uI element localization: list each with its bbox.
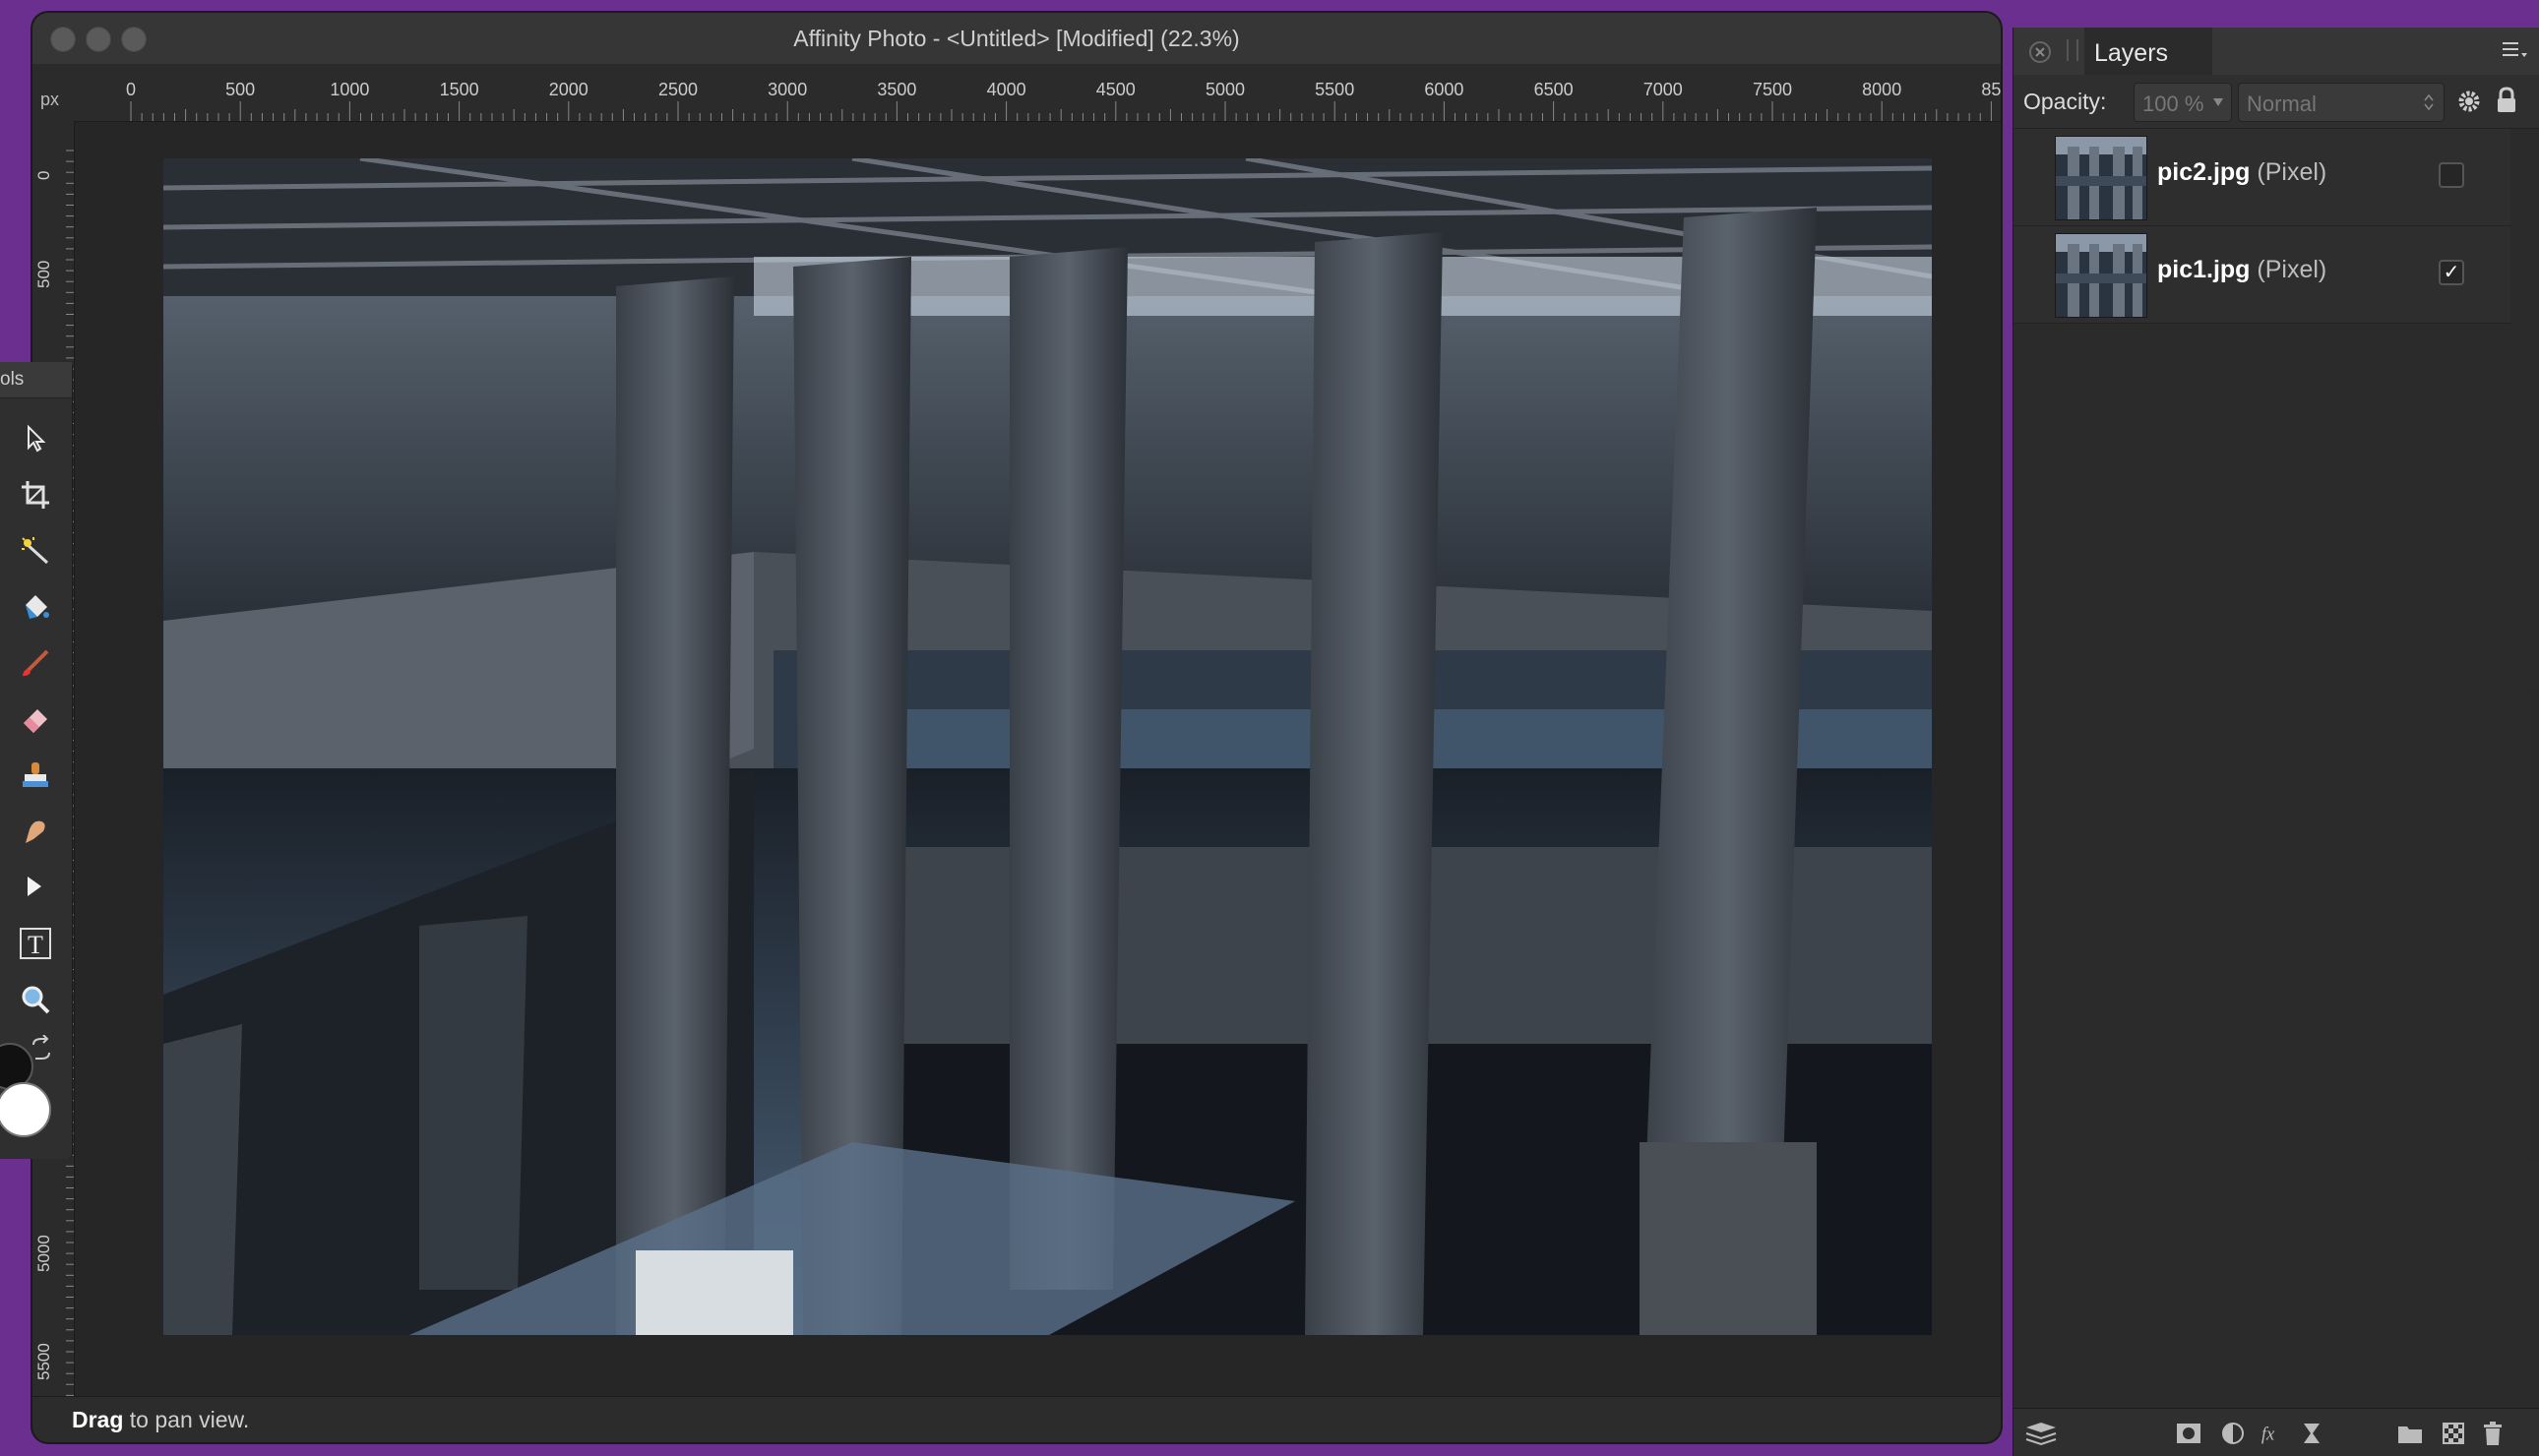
- status-hint: Drag to pan view.: [72, 1407, 249, 1433]
- ruler-tick-label: 2500: [657, 80, 699, 99]
- status-bar: Drag to pan view.: [32, 1396, 2001, 1442]
- status-hint-text: to pan view.: [123, 1407, 250, 1432]
- layer-lock-icon[interactable]: [2496, 87, 2517, 114]
- ruler-tick-label: 8000: [1862, 80, 1902, 99]
- opacity-field[interactable]: 100 %: [2134, 83, 2232, 122]
- ruler-tick-label: 2000: [548, 80, 588, 99]
- layers-stack-icon[interactable]: [2023, 1421, 2059, 1446]
- layers-panel: Layers Opacity: 100 % Normal pic2.jpg (P…: [2013, 28, 2539, 1456]
- tab-layers-label: Layers: [2094, 39, 2169, 67]
- blend-mode-value: Normal: [2247, 91, 2317, 116]
- window-title: Affinity Photo - <Untitled> [Modified] (…: [793, 26, 1240, 51]
- ruler-tick-label: 85: [1981, 80, 2001, 99]
- secondary-color-swatch[interactable]: [0, 1082, 51, 1137]
- node-tool-icon[interactable]: [14, 866, 57, 909]
- document-photo[interactable]: [163, 158, 1932, 1335]
- svg-text:fx: fx: [2261, 1425, 2275, 1445]
- horizontal-ruler[interactable]: px 0 500 1000 1500 2000 2500 3000 3500 4000 4500 5…: [32, 64, 2001, 122]
- ruler-tick-label: 4000: [986, 80, 1026, 99]
- ruler-tick-label: 0: [34, 170, 53, 180]
- zoom-tool-icon[interactable]: [14, 978, 57, 1021]
- layers-panel-toolbar: fx: [2013, 1408, 2539, 1456]
- tab-layers[interactable]: Layers: [2084, 28, 2212, 75]
- erase-brush-icon[interactable]: [14, 698, 57, 741]
- add-group-folder-icon[interactable]: [2397, 1421, 2423, 1446]
- text-tool-icon[interactable]: T: [14, 922, 57, 965]
- opacity-row: Opacity: 100 % Normal: [2013, 75, 2539, 129]
- ruler-tick-label: 0: [125, 80, 137, 99]
- smudge-icon[interactable]: [14, 810, 57, 853]
- ruler-tick-label: 7500: [1752, 80, 1793, 99]
- layers-panel-tabbar: Layers: [2013, 28, 2539, 76]
- opacity-label: Opacity:: [2023, 89, 2107, 114]
- tools-panel-title: ols: [0, 369, 25, 390]
- ruler-tick-label: 3500: [877, 80, 917, 99]
- canvas-area[interactable]: [75, 122, 2001, 1397]
- magic-wand-icon[interactable]: [14, 529, 57, 573]
- layer-name-text: pic2.jpg: [2157, 158, 2251, 186]
- crop-tool-icon[interactable]: [14, 473, 57, 516]
- layer-row[interactable]: pic2.jpg (Pixel): [2013, 129, 2510, 226]
- live-filter-icon[interactable]: [2299, 1421, 2324, 1446]
- right-edge-panel-sliver: [2529, 689, 2539, 1161]
- panel-drag-handle-icon[interactable]: [2067, 39, 2078, 61]
- tools-panel-header[interactable]: ols: [0, 362, 72, 398]
- opacity-value: 100 %: [2142, 91, 2204, 116]
- layer-kind: (Pixel): [2257, 256, 2327, 283]
- layer-visibility-checkbox[interactable]: ✓: [2439, 260, 2464, 285]
- add-pixel-layer-icon[interactable]: [2441, 1421, 2466, 1446]
- layer-name-text: pic1.jpg: [2157, 256, 2251, 283]
- layer-settings-gear-icon[interactable]: [2456, 89, 2482, 114]
- layer-name: pic2.jpg (Pixel): [2157, 158, 2326, 187]
- move-tool-icon[interactable]: [14, 417, 57, 460]
- ruler-tick-label: 4500: [1095, 80, 1136, 99]
- ruler-tick-label: 1000: [330, 80, 370, 99]
- add-mask-icon[interactable]: [2176, 1421, 2201, 1446]
- ruler-tick-label: 5500: [34, 1343, 53, 1380]
- opacity-dropdown-icon: [2213, 98, 2223, 106]
- layer-thumbnail: [2055, 233, 2147, 318]
- document-window: Affinity Photo - <Untitled> [Modified] (…: [32, 13, 2001, 1442]
- adjustment-icon[interactable]: [2220, 1421, 2246, 1446]
- ruler-tick-label: 500: [225, 80, 256, 99]
- blend-mode-stepper-icon: [2424, 93, 2434, 111]
- ruler-tick-label: 7000: [1642, 80, 1683, 99]
- ruler-tick-label: 5500: [1315, 80, 1355, 99]
- panel-menu-icon[interactable]: [2501, 39, 2528, 63]
- layer-thumbnail: [2055, 136, 2147, 220]
- fx-icon[interactable]: fx: [2260, 1421, 2285, 1446]
- title-bar[interactable]: Affinity Photo - <Untitled> [Modified] (…: [32, 13, 2001, 65]
- layer-row[interactable]: pic1.jpg (Pixel) ✓: [2013, 226, 2510, 324]
- layer-kind: (Pixel): [2257, 158, 2327, 186]
- layer-visibility-checkbox[interactable]: [2439, 162, 2464, 188]
- ruler-tick-label: 3000: [768, 80, 808, 99]
- paint-brush-icon[interactable]: [14, 641, 57, 685]
- ruler-tick-label: 6500: [1533, 80, 1574, 99]
- ruler-tick-label: 5000: [1205, 80, 1246, 99]
- ruler-tick-label: 1500: [439, 80, 479, 99]
- ruler-unit-label: px: [40, 90, 60, 109]
- ruler-tick-label: 500: [34, 260, 53, 288]
- delete-layer-trash-icon[interactable]: [2480, 1421, 2506, 1446]
- panel-close-icon[interactable]: [2029, 41, 2051, 63]
- svg-text:T: T: [28, 931, 43, 959]
- ruler-tick-label: 6000: [1424, 80, 1464, 99]
- tools-panel: ols T: [0, 362, 73, 1159]
- clone-stamp-icon[interactable]: [14, 754, 57, 797]
- status-hint-bold: Drag: [72, 1407, 124, 1432]
- ruler-tick-label: 5000: [34, 1235, 53, 1272]
- layer-name: pic1.jpg (Pixel): [2157, 256, 2326, 284]
- flood-fill-icon[interactable]: [14, 585, 57, 629]
- blend-mode-select[interactable]: Normal: [2238, 83, 2445, 122]
